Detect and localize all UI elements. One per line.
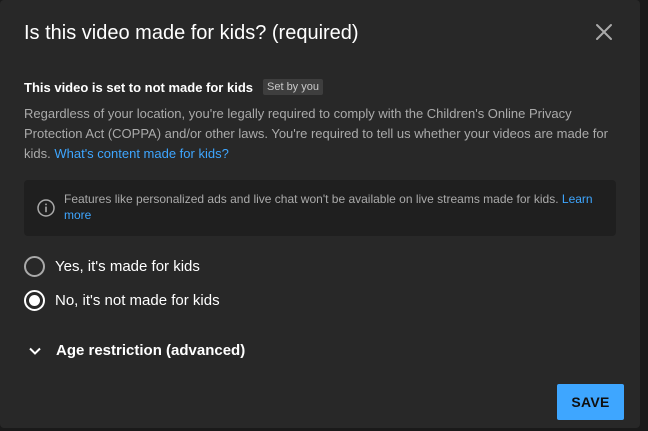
status-text: This video is set to not made for kids: [24, 79, 253, 95]
chevron-down-icon: [29, 347, 41, 355]
radio-button-checked[interactable]: [24, 290, 45, 311]
dialog-title: Is this video made for kids? (required): [24, 22, 359, 44]
notice-text-block: Features like personalized ads and live …: [64, 191, 602, 223]
save-button[interactable]: SAVE: [557, 384, 624, 420]
status-row: This video is set to not made for kids S…: [24, 79, 323, 95]
info-icon: [37, 199, 55, 217]
status-badge: Set by you: [263, 79, 323, 95]
info-notice: Features like personalized ads and live …: [24, 180, 616, 236]
age-restriction-toggle[interactable]: Age restriction (advanced): [28, 342, 245, 359]
close-button[interactable]: [592, 20, 616, 44]
radio-label-no: No, it's not made for kids: [55, 292, 220, 309]
made-for-kids-dialog: Is this video made for kids? (required) …: [0, 0, 640, 428]
radio-option-yes[interactable]: Yes, it's made for kids: [24, 256, 200, 277]
notice-text: Features like personalized ads and live …: [64, 192, 559, 206]
coppa-description: Regardless of your location, you're lega…: [24, 104, 614, 164]
age-restriction-label: Age restriction (advanced): [56, 342, 246, 359]
content-made-for-kids-link[interactable]: What's content made for kids?: [54, 146, 228, 161]
radio-label-yes: Yes, it's made for kids: [55, 258, 200, 275]
radio-selected-dot: [29, 295, 40, 306]
close-icon: [596, 24, 612, 40]
radio-button-unchecked[interactable]: [24, 256, 45, 277]
radio-option-no[interactable]: No, it's not made for kids: [24, 290, 220, 311]
